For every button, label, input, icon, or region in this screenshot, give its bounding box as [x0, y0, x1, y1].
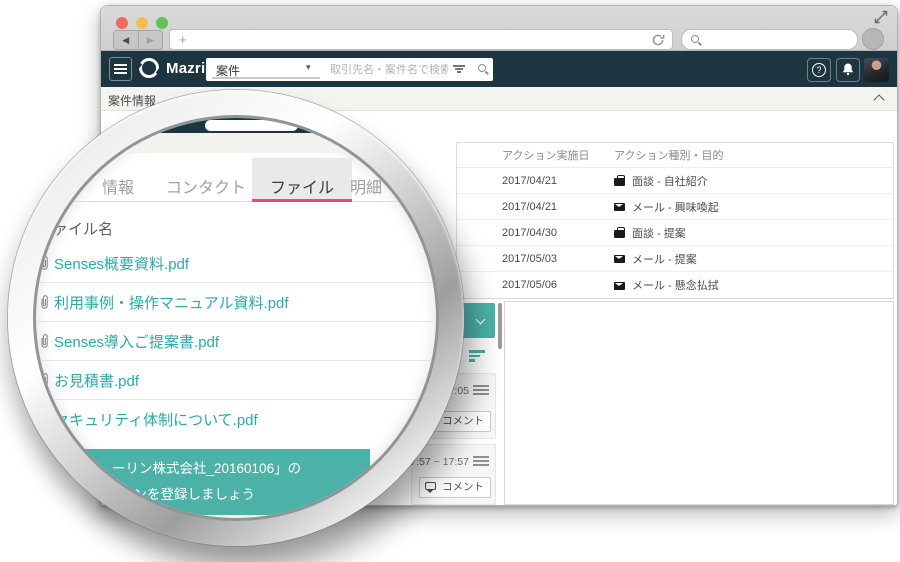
browser-search-bar — [681, 29, 858, 50]
action-date: 2017/04/21 — [502, 201, 614, 213]
browser-search-input[interactable] — [706, 32, 851, 48]
zoom-window-button[interactable] — [156, 17, 168, 29]
mazrica-mark-icon — [139, 58, 159, 78]
help-button[interactable]: ? — [807, 58, 831, 82]
onboarding-banner: ーリン株式会社_20160106」の ョンを登録しましょう — [50, 449, 370, 515]
fullscreen-expand-icon[interactable] — [873, 9, 889, 25]
question-icon: ? — [812, 63, 826, 77]
magnifier-glass: 情報 コンタクト ファイル 明細 ファイル名 Senses概要資料.pdf 利用… — [36, 118, 436, 518]
chevron-down-icon — [476, 315, 486, 325]
action-type: 面談 - 自社紹介 — [632, 173, 708, 189]
table-row[interactable]: 2017/04/21 面談 - 自社紹介 — [457, 168, 893, 194]
table-row[interactable]: 2017/05/03 メール - 提案 — [457, 246, 893, 272]
user-avatar[interactable] — [864, 58, 889, 82]
comment-label: コメント — [442, 481, 484, 493]
action-date: 2017/05/06 — [502, 279, 614, 291]
paperclip-icon — [38, 255, 51, 272]
drag-handle-icon[interactable] — [473, 385, 489, 396]
magnifier-lens: 情報 コンタクト ファイル 明細 ファイル名 Senses概要資料.pdf 利用… — [8, 90, 464, 546]
collapse-chevron-up-icon[interactable] — [873, 94, 884, 105]
comment-button[interactable]: コメント — [419, 477, 491, 498]
forward-button[interactable]: ▶ — [139, 31, 163, 49]
global-search-box: 案件 ▾ — [206, 58, 493, 81]
action-date: 2017/04/30 — [502, 227, 614, 239]
banner-line1: ーリン株式会社_20160106」の — [112, 457, 301, 477]
table-row[interactable]: 2017/04/30 面談 - 提案 — [457, 220, 893, 246]
filter-icon[interactable] — [452, 65, 466, 75]
tab-info[interactable]: 情報 — [102, 174, 134, 198]
action-type-icon — [614, 282, 625, 290]
drag-handle-icon[interactable] — [473, 456, 489, 467]
paperclip-icon — [38, 333, 51, 350]
back-button[interactable]: ◀ — [114, 31, 139, 49]
action-date: 2017/04/21 — [502, 175, 614, 187]
tabbar-divider — [36, 201, 436, 202]
action-type: メール - 興味喚起 — [632, 199, 719, 215]
action-type: メール - 懸念払拭 — [632, 277, 719, 293]
detail-panel — [504, 301, 894, 505]
col-header-date: アクション実施日 — [502, 147, 614, 163]
action-type: 面談 - 提案 — [632, 225, 686, 241]
select-underline — [212, 77, 320, 79]
paperclip-icon — [38, 372, 51, 389]
screenshot-stage: ◀ ▶ + — [0, 0, 900, 562]
col-header-type: アクション種別・目的 — [614, 147, 723, 163]
browser-nav-buttons: ◀ ▶ — [113, 30, 163, 50]
comment-label: コメント — [442, 415, 484, 427]
magnified-subheader — [36, 133, 436, 153]
search-submit-icon[interactable] — [477, 63, 489, 75]
tab-files[interactable]: ファイル — [270, 174, 334, 198]
magnified-navbar — [36, 118, 436, 133]
caret-down-icon: ▾ — [306, 62, 311, 73]
paperclip-icon — [38, 294, 51, 311]
sort-icon[interactable] — [469, 350, 487, 364]
close-window-button[interactable] — [116, 17, 128, 29]
tab-details[interactable]: 明細 — [350, 174, 382, 198]
paperclip-icon — [38, 411, 51, 428]
actions-table-header: アクション実施日 アクション種別・目的 — [457, 143, 893, 168]
bell-icon — [841, 62, 855, 77]
file-link[interactable]: Senses導入ご提案書.pdf — [54, 331, 219, 352]
magnified-search-box — [205, 120, 298, 131]
browser-profile-icon[interactable] — [862, 28, 884, 50]
app-navbar: Mazrica 案件 ▾ ? — [101, 51, 897, 87]
timeline-card[interactable]: 17:57 ~ 17:57 コメント — [411, 444, 496, 505]
comment-bubble-icon — [425, 482, 436, 490]
action-type: メール - 提案 — [632, 251, 697, 267]
actions-table: アクション実施日 アクション種別・目的 2017/04/21 面談 - 自社紹介… — [456, 142, 894, 299]
list-item[interactable]: お見積書.pdf — [36, 361, 436, 400]
browser-chrome: ◀ ▶ + — [101, 6, 897, 51]
file-list: Senses概要資料.pdf 利用事例・操作マニュアル資料.pdf Senses… — [36, 244, 436, 439]
action-type-icon — [614, 178, 625, 186]
tab-contact[interactable]: コンタクト — [166, 174, 246, 198]
global-search-input[interactable] — [330, 61, 448, 78]
table-row[interactable]: 2017/04/21 メール - 興味喚起 — [457, 194, 893, 220]
file-link[interactable]: お見積書.pdf — [54, 370, 139, 391]
action-type-icon — [614, 255, 625, 263]
action-type-icon — [614, 203, 625, 211]
table-row[interactable]: 2017/05/06 メール - 懸念払拭 — [457, 272, 893, 298]
file-link[interactable]: Senses概要資料.pdf — [54, 253, 189, 274]
refresh-icon[interactable] — [651, 33, 665, 47]
minimize-window-button[interactable] — [136, 17, 148, 29]
list-item[interactable]: 利用事例・操作マニュアル資料.pdf — [36, 283, 436, 322]
action-type-icon — [614, 230, 625, 238]
file-link[interactable]: セキュリティ体制について.pdf — [54, 409, 258, 430]
file-link[interactable]: 利用事例・操作マニュアル資料.pdf — [54, 292, 289, 313]
scrollbar-thumb[interactable] — [498, 303, 502, 349]
list-item[interactable]: セキュリティ体制について.pdf — [36, 400, 436, 439]
action-date: 2017/05/03 — [502, 253, 614, 265]
menu-hamburger-icon[interactable] — [109, 57, 132, 81]
url-bar: + — [169, 29, 673, 50]
active-tab-underline — [252, 199, 352, 202]
notifications-button[interactable] — [836, 58, 860, 82]
new-tab-icon[interactable]: + — [179, 31, 187, 49]
list-item[interactable]: Senses概要資料.pdf — [36, 244, 436, 283]
list-item[interactable]: Senses導入ご提案書.pdf — [36, 322, 436, 361]
file-list-header: ファイル名 — [38, 218, 113, 239]
banner-line2: ョンを登録しましょう — [120, 483, 255, 503]
url-input[interactable] — [194, 31, 634, 48]
search-icon — [690, 34, 702, 46]
